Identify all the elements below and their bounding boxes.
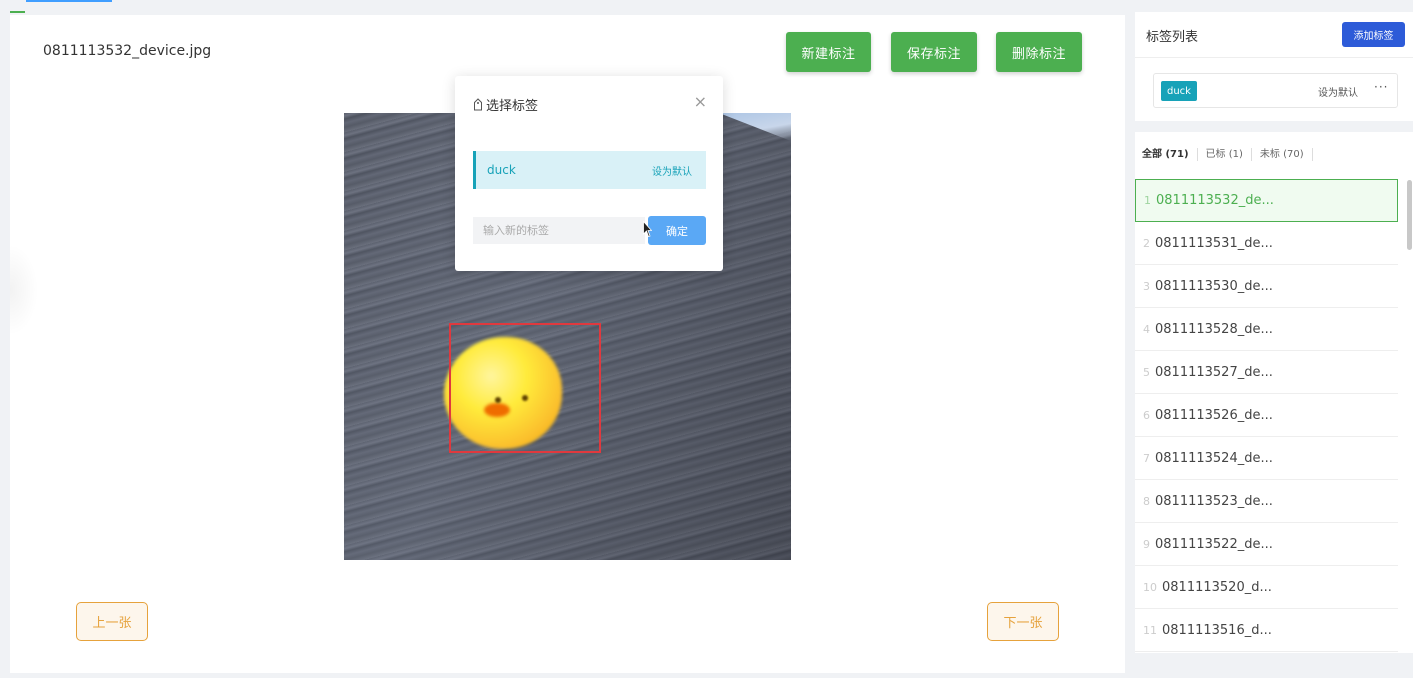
tag-list-title: 标签列表 xyxy=(1146,30,1199,45)
file-name: 0811113522_de... xyxy=(1155,536,1273,552)
file-list: 1 0811113532_de... 2 0811113531_de... 3 … xyxy=(1135,179,1398,652)
file-name: 0811113516_d... xyxy=(1162,622,1272,638)
progress-marker xyxy=(10,11,25,13)
file-index: 8 xyxy=(1143,494,1150,508)
list-scrollbar[interactable] xyxy=(1407,180,1412,250)
file-list-item[interactable]: 5 0811113527_de... xyxy=(1135,351,1398,394)
file-index: 2 xyxy=(1143,236,1150,250)
more-icon[interactable]: ··· xyxy=(1374,80,1388,94)
divider xyxy=(1135,57,1413,58)
file-index: 5 xyxy=(1143,365,1150,379)
set-default-link[interactable]: 设为默认 xyxy=(1318,84,1358,99)
top-tab-indicator xyxy=(26,0,112,2)
confirm-button[interactable]: 确定 xyxy=(648,216,706,245)
file-list-item[interactable]: 11 0811113516_d... xyxy=(1135,609,1398,652)
file-index: 3 xyxy=(1143,279,1150,293)
tag-icon xyxy=(474,98,482,111)
dialog-set-default-link[interactable]: 设为默认 xyxy=(652,163,692,178)
file-name: 0811113527_de... xyxy=(1155,364,1273,380)
file-name: 0811113520_d... xyxy=(1162,579,1272,595)
dialog-title: 选择标签 xyxy=(473,95,538,114)
add-tag-button[interactable]: 添加标签 xyxy=(1342,22,1405,47)
file-list-item[interactable]: 4 0811113528_de... xyxy=(1135,308,1398,351)
file-list-item[interactable]: 10 0811113520_d... xyxy=(1135,566,1398,609)
file-list-item[interactable]: 2 0811113531_de... xyxy=(1135,222,1398,265)
delete-annotation-button[interactable]: 删除标注 xyxy=(996,32,1082,72)
image-filename: 0811113532_device.jpg xyxy=(43,43,212,59)
image-list-panel: 全部 (71) 已标 (1) 未标 (70) 1 0811113532_de..… xyxy=(1135,132,1413,653)
new-annotation-button[interactable]: 新建标注 xyxy=(786,32,871,72)
file-index: 7 xyxy=(1143,451,1150,465)
new-tag-input[interactable] xyxy=(473,217,645,244)
tag-list-panel: 标签列表 添加标签 duck 设为默认 ··· xyxy=(1135,12,1413,121)
mouse-cursor-icon xyxy=(643,221,652,238)
filter-tab-unlabeled[interactable]: 未标 (70) xyxy=(1252,148,1313,161)
filter-tab-labeled[interactable]: 已标 (1) xyxy=(1198,148,1252,161)
file-name: 0811113532_de... xyxy=(1156,193,1274,208)
file-name: 0811113531_de... xyxy=(1155,235,1273,251)
tag-row: duck 设为默认 ··· xyxy=(1153,73,1398,108)
dialog-tag-option[interactable]: duck 设为默认 xyxy=(473,151,706,189)
filter-tabs: 全部 (71) 已标 (1) 未标 (70) xyxy=(1142,148,1313,161)
file-list-item[interactable]: 8 0811113523_de... xyxy=(1135,480,1398,523)
dialog-title-text: 选择标签 xyxy=(486,99,539,114)
file-name: 0811113524_de... xyxy=(1155,450,1273,466)
file-name: 0811113526_de... xyxy=(1155,407,1273,423)
file-list-item[interactable]: 7 0811113524_de... xyxy=(1135,437,1398,480)
dialog-tag-name: duck xyxy=(487,163,516,177)
file-name: 0811113528_de... xyxy=(1155,321,1273,337)
file-index: 10 xyxy=(1143,580,1157,594)
next-image-button[interactable]: 下一张 xyxy=(987,602,1059,641)
select-tag-dialog: 选择标签 × duck 设为默认 确定 xyxy=(455,76,723,271)
file-index: 11 xyxy=(1143,623,1157,637)
edge-shadow xyxy=(10,225,50,355)
bounding-box[interactable] xyxy=(449,323,601,453)
file-index: 9 xyxy=(1143,537,1150,551)
file-index: 4 xyxy=(1143,322,1150,336)
file-index: 1 xyxy=(1144,194,1151,207)
file-name: 0811113530_de... xyxy=(1155,278,1273,294)
file-list-item[interactable]: 1 0811113532_de... xyxy=(1135,179,1398,222)
prev-image-button[interactable]: 上一张 xyxy=(76,602,148,641)
file-list-item[interactable]: 9 0811113522_de... xyxy=(1135,523,1398,566)
file-list-item[interactable]: 6 0811113526_de... xyxy=(1135,394,1398,437)
save-annotation-button[interactable]: 保存标注 xyxy=(891,32,977,72)
close-icon[interactable]: × xyxy=(694,94,707,110)
filter-tab-all[interactable]: 全部 (71) xyxy=(1142,148,1198,161)
tag-chip[interactable]: duck xyxy=(1161,81,1197,101)
file-name: 0811113523_de... xyxy=(1155,493,1273,509)
file-list-item[interactable]: 3 0811113530_de... xyxy=(1135,265,1398,308)
file-index: 6 xyxy=(1143,408,1150,422)
